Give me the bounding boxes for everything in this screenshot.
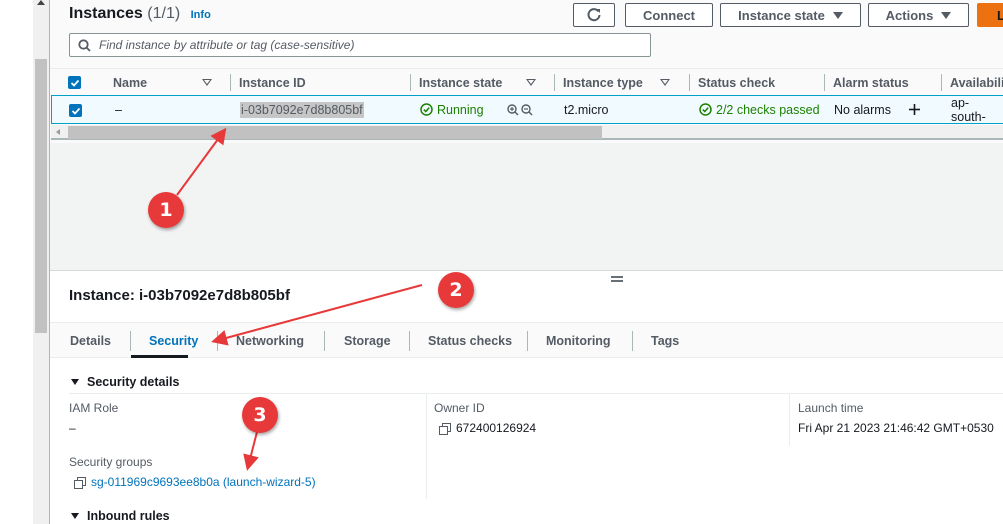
scroll-up-arrow-icon[interactable] (37, 0, 45, 5)
iam-role-label: IAM Role (69, 401, 119, 415)
column-label: Status check (698, 75, 776, 90)
instances-count: (1/1) (147, 5, 181, 22)
cell-instance-type: t2.micro (564, 102, 609, 117)
actions-dropdown[interactable]: Actions (868, 3, 969, 27)
main-content: Instances (1/1) Info Connect Instance st… (49, 0, 1003, 524)
tab-storage[interactable]: Storage (344, 323, 391, 358)
tab-networking[interactable]: Networking (236, 323, 304, 358)
status-check-value: 2/2 checks passed (716, 102, 820, 117)
instance-id-link[interactable]: i-03b7092e7d8b805bf (240, 101, 364, 118)
launch-time-value: Fri Apr 21 2023 21:46:42 GMT+0530 (798, 421, 994, 435)
checkmark-icon (70, 79, 79, 87)
instances-panel: Instances (1/1) Info Connect Instance st… (50, 0, 1003, 270)
search-icon (78, 38, 91, 52)
table-horizontal-scrollbar[interactable] (51, 125, 1003, 140)
tab-status-checks[interactable]: Status checks (428, 323, 512, 358)
cell-name: – (115, 102, 122, 117)
filter-icon[interactable] (526, 79, 536, 86)
zoom-out-icon[interactable] (521, 104, 533, 116)
column-header-name[interactable]: Name (113, 69, 147, 96)
column-label: Name (113, 75, 148, 90)
iam-role-value: – (69, 421, 76, 435)
cell-instance-state: Running (420, 96, 484, 123)
tab-security[interactable]: Security (149, 323, 198, 358)
inbound-rules-heading: Inbound rules (87, 509, 170, 523)
column-label: Availabili (950, 75, 1003, 90)
connect-button[interactable]: Connect (625, 3, 713, 27)
table-header: Name Instance ID Instance state Instance… (50, 68, 1003, 95)
owner-id-text: 672400126924 (456, 421, 537, 435)
refresh-button[interactable] (573, 3, 615, 27)
column-header-instance-id[interactable]: Instance ID (230, 69, 306, 96)
annotation-badge-3: 3 (242, 397, 278, 433)
column-header-instance-type[interactable]: Instance type (554, 69, 643, 96)
security-group-link[interactable]: sg-011969c9693ee8b0a (launch-wizard-5) (91, 475, 316, 489)
copy-icon[interactable] (439, 422, 451, 435)
security-groups-value[interactable]: sg-011969c9693ee8b0a (launch-wizard-5) (74, 475, 316, 489)
instance-state-value: Running (437, 102, 484, 117)
caret-down-icon (71, 379, 79, 385)
detail-title: Instance: i-03b7092e7d8b805bf (69, 287, 290, 304)
launch-time-label: Launch time (798, 401, 864, 415)
detail-tabs: Details Security Networking Storage Stat… (50, 322, 1003, 358)
horizontal-scrollbar-thumb[interactable] (68, 126, 602, 139)
tab-monitoring[interactable]: Monitoring (546, 323, 611, 358)
inbound-rules-toggle[interactable]: Inbound rules (71, 509, 170, 523)
actions-label: Actions (885, 7, 934, 23)
column-label: Instance state (419, 75, 503, 90)
cell-alarm-status: No alarms (834, 102, 891, 117)
annotation-badge-1: 1 (148, 192, 184, 228)
column-header-alarm-status[interactable]: Alarm status (824, 69, 909, 96)
launch-label: L (997, 7, 1003, 23)
filter-icon[interactable] (202, 79, 212, 86)
instances-title-text: Instances (69, 5, 143, 22)
table-row[interactable]: – i-03b7092e7d8b805bf Running t2.micro 2… (51, 95, 1003, 124)
check-circle-icon (420, 103, 433, 116)
check-circle-icon (699, 103, 712, 116)
security-groups-label: Security groups (69, 455, 153, 469)
cell-instance-id[interactable]: i-03b7092e7d8b805bf (240, 96, 364, 123)
add-alarm-icon[interactable] (908, 103, 921, 116)
cell-availability-zone: ap-south- (951, 95, 986, 124)
page-vertical-scrollbar[interactable] (33, 0, 49, 524)
row-checkbox[interactable] (69, 104, 82, 117)
copy-icon[interactable] (74, 476, 86, 489)
annotation-badge-2: 2 (438, 272, 474, 308)
owner-id-value: 672400126924 (439, 421, 536, 435)
column-header-status-check[interactable]: Status check (689, 69, 776, 96)
search-box[interactable] (69, 33, 651, 57)
column-header-availability-zone[interactable]: Availabili (941, 69, 1003, 96)
caret-down-icon (832, 11, 843, 19)
instance-state-dropdown[interactable]: Instance state (720, 3, 861, 27)
column-label: Instance ID (239, 75, 306, 90)
instance-state-label: Instance state (738, 7, 825, 23)
connect-label: Connect (643, 7, 695, 23)
info-link[interactable]: Info (191, 9, 211, 21)
refresh-icon (587, 8, 601, 22)
active-tab-indicator (131, 355, 188, 358)
search-input[interactable] (99, 38, 619, 52)
instance-detail-panel: Instance: i-03b7092e7d8b805bf Details Se… (50, 270, 1003, 524)
caret-down-icon (71, 513, 79, 519)
launch-instances-button[interactable]: L (977, 3, 1003, 27)
owner-id-label: Owner ID (434, 401, 485, 415)
column-label: Instance type (563, 75, 643, 90)
filter-icon[interactable] (660, 79, 670, 86)
resize-handle-icon[interactable] (611, 276, 623, 282)
select-all-checkbox[interactable] (68, 76, 81, 89)
tab-tags[interactable]: Tags (651, 323, 679, 358)
column-label: Alarm status (833, 75, 909, 90)
cell-status-check[interactable]: 2/2 checks passed (699, 96, 820, 123)
security-details-toggle[interactable]: Security details (71, 375, 179, 389)
zoom-in-icon[interactable] (507, 104, 519, 116)
column-header-instance-state[interactable]: Instance state (410, 69, 503, 96)
scrollbar-thumb[interactable] (35, 59, 47, 333)
caret-down-icon (941, 11, 952, 19)
checkmark-icon (71, 107, 80, 115)
security-details-heading: Security details (87, 375, 180, 389)
scroll-left-arrow-icon[interactable] (56, 129, 60, 135)
tab-details[interactable]: Details (70, 323, 111, 358)
instances-title: Instances (1/1) Info (69, 5, 211, 23)
